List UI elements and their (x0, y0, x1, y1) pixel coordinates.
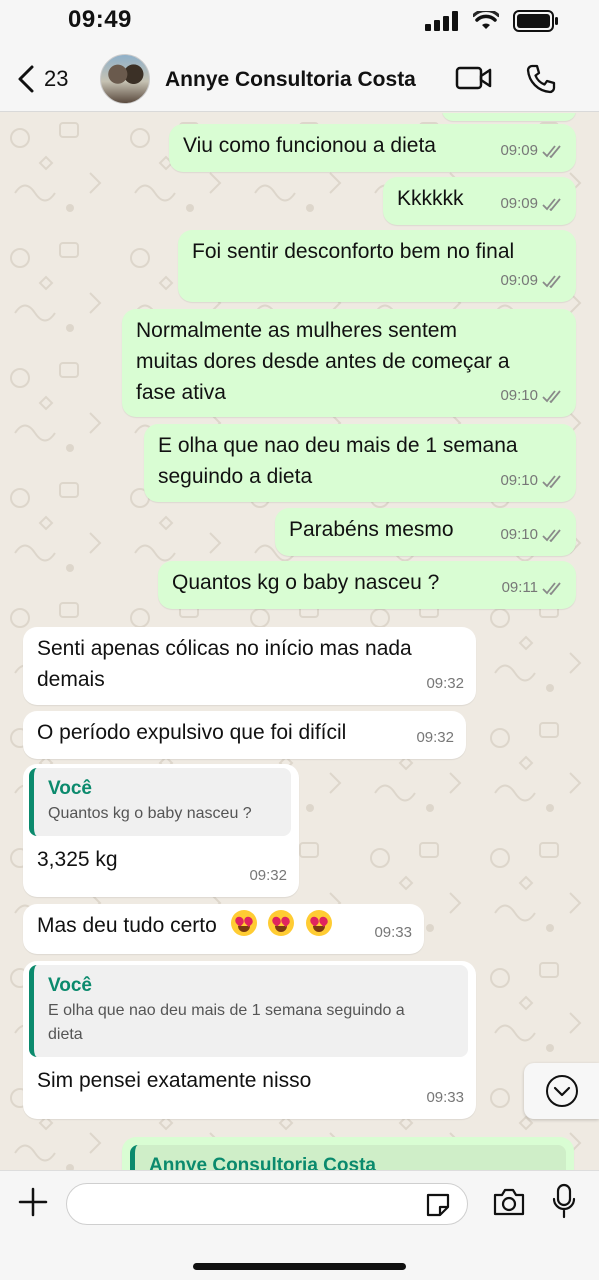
heart-eyes-emoji-icon (306, 910, 333, 936)
read-receipt-icon (542, 274, 561, 288)
read-receipt-icon (542, 389, 561, 403)
message-text: E olha que nao deu mais de 1 semana segu… (158, 434, 518, 488)
message-bubble-incoming-reply[interactable]: Você E olha que nao deu mais de 1 semana… (23, 961, 476, 1119)
message-time: 09:32 (426, 675, 464, 692)
message-time: 09:32 (249, 867, 287, 884)
message-bubble-incoming[interactable]: Senti apenas cólicas no início mas nada … (23, 627, 476, 705)
message-bubble-outgoing[interactable]: Parabéns mesmo 09:10 (275, 508, 576, 556)
signal-icon (425, 11, 458, 31)
message-time: 09:11 (501, 579, 538, 596)
back-chevron-icon (18, 65, 34, 93)
message-meta: 09:10 (500, 465, 564, 496)
message-bubble-partial (442, 113, 576, 121)
message-time: 09:32 (416, 729, 454, 746)
message-time: 09:10 (500, 526, 538, 543)
plus-icon[interactable] (18, 1187, 48, 1217)
chat-area[interactable]: Viu como funcionou a dieta 09:09 Kkkkkk … (0, 113, 599, 1170)
unread-count: 23 (44, 66, 69, 91)
message-bubble-outgoing[interactable]: Viu como funcionou a dieta 09:09 (169, 124, 576, 172)
quoted-message[interactable]: Você E olha que nao deu mais de 1 semana… (29, 965, 468, 1057)
quote-text: Quantos kg o baby nasceu ? (48, 805, 252, 822)
message-time: 09:09 (500, 272, 538, 289)
sticker-icon[interactable] (424, 1191, 452, 1219)
battery-icon (513, 10, 558, 32)
message-text: 3,325 kg (37, 848, 118, 871)
message-time: 09:10 (500, 472, 538, 489)
quote-author: Annye Consultoria Costa (149, 1155, 376, 1170)
contact-name[interactable]: Annye Consultoria Costa (165, 68, 416, 92)
scroll-down-icon (545, 1075, 578, 1107)
message-bubble-outgoing-partial[interactable]: Annye Consultoria Costa (122, 1137, 574, 1170)
message-meta: 09:10 (500, 380, 564, 411)
message-bubble-incoming-reply[interactable]: Você Quantos kg o baby nasceu ? 3,325 kg… (23, 764, 299, 897)
message-bubble-outgoing[interactable]: Normalmente as mulheres sentem muitas do… (122, 309, 576, 417)
read-receipt-icon (542, 474, 561, 488)
back-button[interactable]: 23 (16, 64, 68, 94)
message-meta: 09:09 (500, 188, 564, 219)
camera-icon[interactable] (492, 1187, 526, 1217)
quoted-message[interactable]: Você Quantos kg o baby nasceu ? (29, 768, 291, 836)
read-receipt-icon (542, 528, 561, 542)
quote-author: Você (48, 778, 93, 799)
message-text: Normalmente as mulheres sentem muitas do… (136, 319, 510, 404)
message-meta: 09:32 (416, 722, 454, 753)
message-time: 09:10 (500, 387, 538, 404)
message-text: Quantos kg o baby nasceu ? (172, 571, 440, 594)
message-meta: 09:10 (500, 519, 564, 550)
message-bubble-outgoing[interactable]: Foi sentir desconforto bem no final 09:0… (178, 230, 576, 302)
message-bubble-outgoing[interactable]: E olha que nao deu mais de 1 semana segu… (144, 424, 576, 502)
message-meta: 09:32 (249, 860, 287, 891)
heart-eyes-emoji-icon (268, 910, 295, 936)
message-meta: 09:09 (500, 265, 564, 296)
emoji-heart-eyes-group (230, 910, 339, 937)
quoted-message[interactable]: Annye Consultoria Costa (130, 1145, 566, 1170)
message-time: 09:09 (500, 142, 538, 159)
message-bubble-outgoing[interactable]: Quantos kg o baby nasceu ? 09:11 (158, 561, 576, 609)
message-text: O período expulsivo que foi difícil (37, 721, 347, 744)
message-bubble-incoming[interactable]: O período expulsivo que foi difícil 09:3… (23, 711, 466, 759)
message-meta: 09:33 (374, 917, 412, 948)
video-call-icon[interactable] (455, 64, 493, 94)
message-text: Parabéns mesmo (289, 518, 454, 541)
wifi-icon (473, 11, 499, 29)
chat-header: 23 Annye Consultoria Costa (0, 44, 599, 112)
message-text: Senti apenas cólicas no início mas nada … (37, 637, 412, 691)
heart-eyes-emoji-icon (230, 910, 257, 936)
message-meta: 09:09 (500, 135, 564, 166)
message-meta: 09:33 (426, 1082, 464, 1113)
composer-bar (0, 1170, 599, 1280)
message-time: 09:09 (500, 195, 538, 212)
status-icons (425, 10, 559, 32)
read-receipt-icon (542, 197, 561, 211)
read-receipt-icon (542, 144, 561, 158)
message-time: 09:33 (374, 924, 412, 941)
message-text: Foi sentir desconforto bem no final (192, 240, 515, 263)
message-time: 09:33 (426, 1089, 464, 1106)
message-text: Viu como funcionou a dieta (183, 134, 436, 157)
message-input[interactable] (66, 1183, 468, 1225)
message-bubble-outgoing[interactable]: Kkkkkk 09:09 (383, 177, 576, 225)
scroll-to-bottom-button[interactable] (524, 1063, 599, 1119)
message-text: Sim pensei exatamente nisso (37, 1069, 312, 1092)
microphone-icon[interactable] (552, 1183, 576, 1219)
message-text: Mas deu tudo certo (37, 914, 217, 937)
message-meta: 09:32 (426, 668, 464, 699)
status-bar: 09:49 (0, 0, 599, 44)
message-meta: 09:11 (502, 572, 564, 603)
read-receipt-icon (542, 581, 561, 595)
quote-author: Você (48, 975, 93, 996)
quote-text: E olha que nao deu mais de 1 semana segu… (48, 1002, 405, 1043)
message-bubble-incoming[interactable]: Mas deu tudo certo 09:33 (23, 904, 424, 954)
message-text: Kkkkkk (397, 187, 464, 210)
phone-icon[interactable] (526, 64, 556, 94)
home-indicator (193, 1263, 406, 1270)
status-time: 09:49 (68, 6, 132, 33)
avatar[interactable] (100, 54, 150, 104)
